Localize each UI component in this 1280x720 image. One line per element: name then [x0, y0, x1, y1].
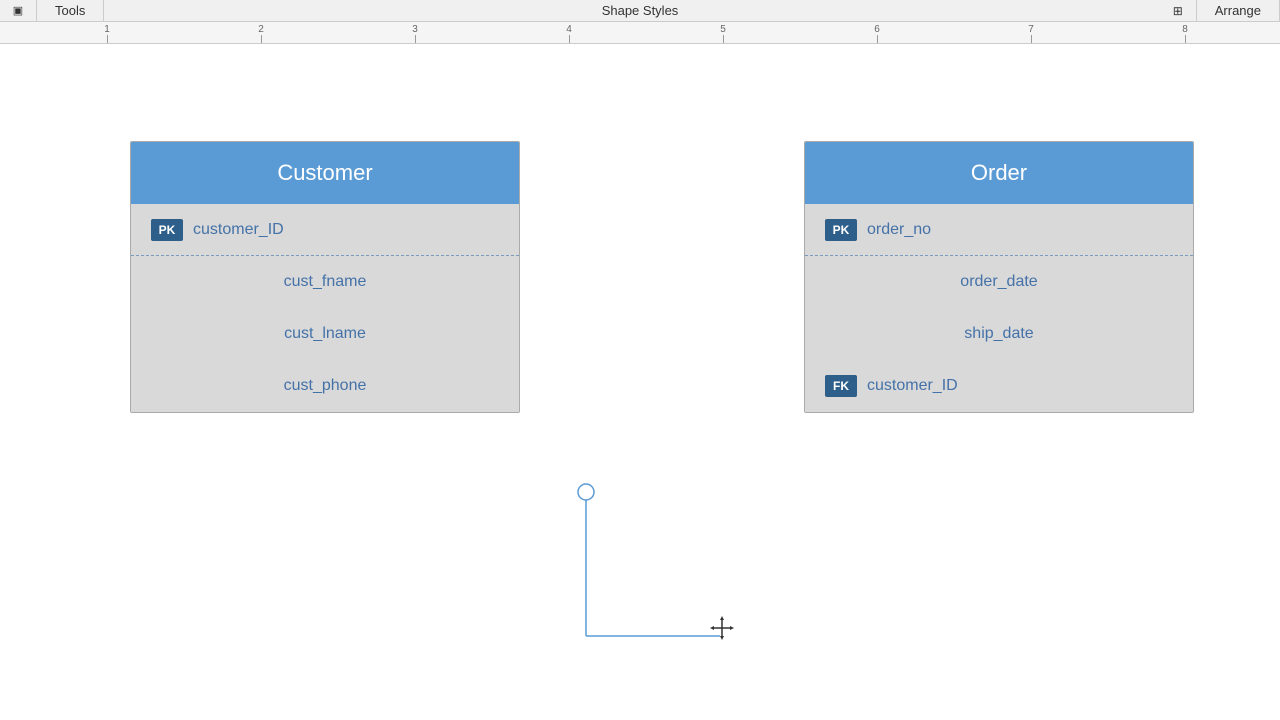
ruler-tick-4 — [569, 35, 570, 43]
order-date-row: order_date — [805, 256, 1193, 308]
shape-styles-label: Shape Styles — [602, 3, 679, 18]
customer-fname-row: cust_fname — [131, 256, 519, 308]
order-title: Order — [971, 160, 1027, 185]
ruler-label-2: 2 — [258, 24, 264, 35]
ruler-tick-3 — [415, 35, 416, 43]
logo-icon: ▣ — [13, 4, 23, 17]
ruler-tick-1 — [107, 35, 108, 43]
menu-arrange-icon[interactable]: ⊞ — [1160, 0, 1197, 21]
ruler-tick-8 — [1185, 35, 1186, 43]
order-pk-field: order_no — [867, 221, 931, 239]
order-table-body: PK order_no order_date ship_date FK cust… — [805, 204, 1193, 412]
customer-title: Customer — [277, 160, 372, 185]
order-ship-field: ship_date — [825, 325, 1173, 343]
menu-shape-styles[interactable]: Shape Styles — [602, 3, 679, 18]
customer-table-header: Customer — [131, 142, 519, 204]
order-fk-badge: FK — [825, 375, 857, 397]
ruler-tick-6 — [877, 35, 878, 43]
ruler-tick-2 — [261, 35, 262, 43]
canvas: Customer PK customer_ID cust_fname cust_… — [0, 44, 1280, 720]
ruler: 1 2 3 4 5 6 7 8 — [0, 22, 1280, 44]
order-table[interactable]: Order PK order_no order_date ship_date F… — [804, 141, 1194, 413]
customer-phone-row: cust_phone — [131, 360, 519, 412]
order-pk-row: PK order_no — [805, 204, 1193, 256]
ruler-label-8: 8 — [1182, 24, 1188, 35]
order-fk-field: customer_ID — [867, 377, 958, 395]
menu-tools[interactable]: Tools — [37, 0, 104, 21]
customer-pk-field: customer_ID — [193, 221, 284, 239]
customer-pk-badge: PK — [151, 219, 183, 241]
ruler-label-4: 4 — [566, 24, 572, 35]
tools-label: Tools — [55, 3, 85, 18]
order-date-field: order_date — [825, 273, 1173, 291]
ruler-label-1: 1 — [104, 24, 110, 35]
ruler-label-6: 6 — [874, 24, 880, 35]
arrange-icon: ⊞ — [1173, 4, 1183, 18]
connector-circle — [578, 484, 594, 500]
ruler-tick-7 — [1031, 35, 1032, 43]
ruler-label-5: 5 — [720, 24, 726, 35]
menu-right-section: ⊞ Arrange — [1160, 0, 1280, 21]
menu-bar: ▣ Tools Shape Styles ⊞ Arrange — [0, 0, 1280, 22]
customer-lname-row: cust_lname — [131, 308, 519, 360]
customer-lname-field: cust_lname — [151, 325, 499, 343]
customer-phone-field: cust_phone — [151, 377, 499, 395]
order-pk-badge: PK — [825, 219, 857, 241]
ruler-tick-5 — [723, 35, 724, 43]
customer-pk-row: PK customer_ID — [131, 204, 519, 256]
order-ship-row: ship_date — [805, 308, 1193, 360]
ruler-label-3: 3 — [412, 24, 418, 35]
menu-arrange[interactable]: Arrange — [1197, 0, 1280, 21]
customer-fname-field: cust_fname — [151, 273, 499, 291]
order-table-header: Order — [805, 142, 1193, 204]
menu-logo[interactable]: ▣ — [0, 0, 37, 21]
order-fk-row: FK customer_ID — [805, 360, 1193, 412]
ruler-label-7: 7 — [1028, 24, 1034, 35]
cursor-icon — [710, 616, 734, 640]
arrange-label: Arrange — [1215, 3, 1261, 18]
customer-table-body: PK customer_ID cust_fname cust_lname cus… — [131, 204, 519, 412]
customer-table[interactable]: Customer PK customer_ID cust_fname cust_… — [130, 141, 520, 413]
